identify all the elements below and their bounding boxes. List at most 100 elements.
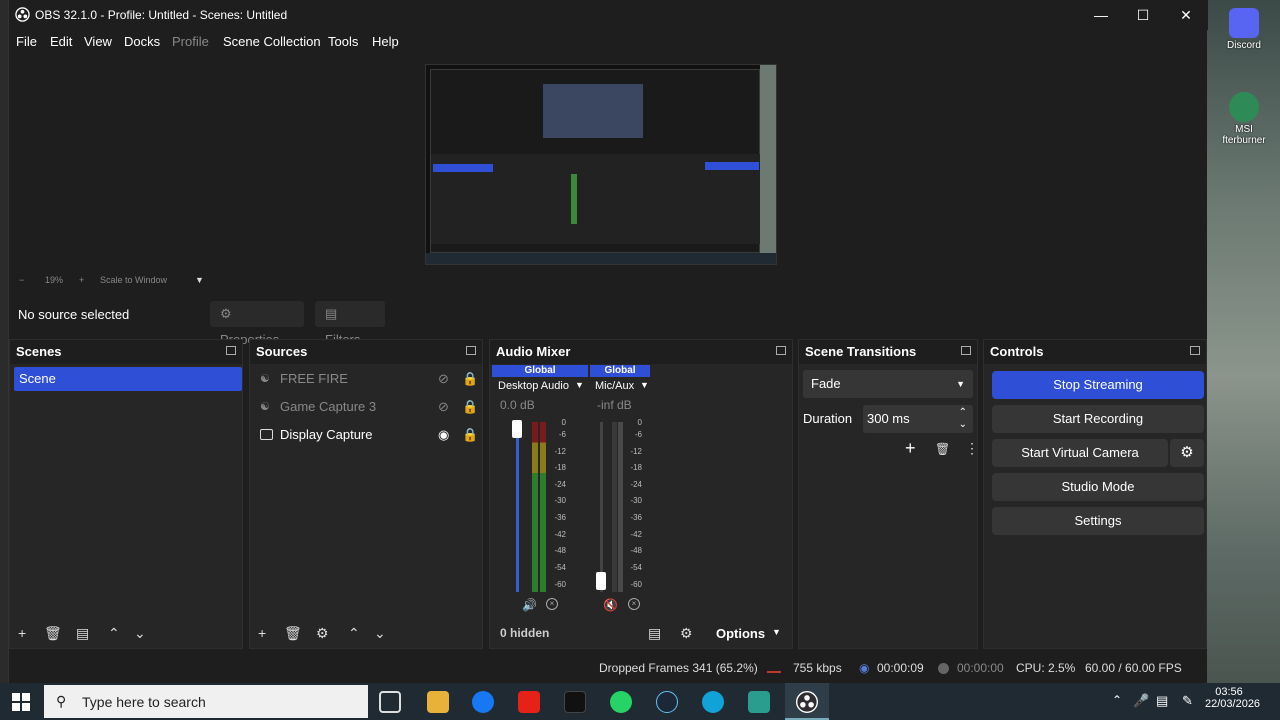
- menu-profile[interactable]: Profile: [172, 34, 209, 49]
- menu-docks[interactable]: Docks: [124, 34, 160, 49]
- undock-icon[interactable]: [776, 346, 786, 355]
- move-down-icon[interactable]: ⌄: [374, 626, 386, 640]
- file-explorer-icon[interactable]: [427, 691, 449, 713]
- headphones-icon[interactable]: ×: [628, 598, 640, 610]
- move-up-icon[interactable]: ⌃: [348, 626, 360, 640]
- gamepad-icon: ☯: [260, 373, 270, 385]
- steam-icon[interactable]: [656, 691, 678, 713]
- menu-file[interactable]: File: [16, 34, 37, 49]
- close-button[interactable]: ✕: [1166, 4, 1206, 26]
- speaker-muted-icon[interactable]: 🔇: [603, 598, 618, 612]
- preview-nested-docks: [431, 154, 761, 244]
- scene-filters-icon[interactable]: ▤: [76, 626, 89, 640]
- menu-view[interactable]: View: [84, 34, 112, 49]
- menu-edit[interactable]: Edit: [50, 34, 72, 49]
- channel-name[interactable]: Desktop Audio: [498, 380, 569, 392]
- mixer-layout-icon[interactable]: ▤: [648, 626, 661, 640]
- lock-icon[interactable]: 🔒: [462, 423, 478, 447]
- start-virtual-camera-button[interactable]: Start Virtual Camera: [992, 439, 1168, 467]
- zoom-mode[interactable]: Scale to Window: [100, 275, 167, 285]
- desktop-icon-msi-afterburner[interactable]: MSI fterburner: [1209, 92, 1279, 146]
- virtual-camera-settings-button[interactable]: ⚙: [1170, 439, 1204, 467]
- task-view-icon[interactable]: [379, 691, 401, 713]
- undock-icon[interactable]: [466, 346, 476, 355]
- properties-button[interactable]: ⚙ Properties: [210, 301, 304, 347]
- add-transition-icon[interactable]: +: [905, 438, 916, 459]
- hidden-count[interactable]: 0 hidden: [500, 626, 549, 640]
- lock-icon[interactable]: 🔒: [462, 367, 478, 391]
- move-up-icon[interactable]: ⌃: [108, 626, 120, 640]
- eye-icon[interactable]: ◉: [438, 423, 449, 447]
- obs-taskbar-button[interactable]: [785, 683, 829, 720]
- scene-item[interactable]: Scene: [14, 367, 242, 391]
- tray-overflow-icon[interactable]: ⌃: [1112, 693, 1122, 707]
- channel-name[interactable]: Mic/Aux: [595, 380, 634, 392]
- chevron-down-icon[interactable]: ▼: [772, 627, 781, 637]
- system-clock[interactable]: 03:56 22/03/2026: [1205, 686, 1260, 710]
- title-bar: OBS 32.1.0 - Profile: Untitled - Scenes:…: [9, 0, 1208, 30]
- source-item[interactable]: Display Capture ◉ 🔒: [254, 423, 480, 447]
- pen-icon[interactable]: ✎: [1182, 693, 1193, 709]
- chevron-down-icon[interactable]: ▼: [575, 380, 584, 390]
- channel-level: 0.0 dB: [500, 398, 535, 412]
- desktop-icon-label: fterburner: [1222, 135, 1266, 146]
- volume-slider-track[interactable]: [516, 422, 519, 592]
- menu-tools[interactable]: Tools: [328, 34, 358, 49]
- start-recording-button[interactable]: Start Recording: [992, 405, 1204, 433]
- chevron-down-icon[interactable]: ▼: [640, 380, 649, 390]
- sources-header: Sources: [250, 340, 482, 364]
- decrement-icon[interactable]: ⌄: [959, 411, 967, 439]
- trash-icon[interactable]: 🗑: [44, 626, 62, 640]
- source-item[interactable]: ☯ FREE FIRE ⊘ 🔒: [254, 367, 480, 391]
- eye-hidden-icon[interactable]: ⊘: [438, 367, 449, 391]
- add-icon[interactable]: +: [18, 626, 26, 640]
- transition-select[interactable]: Fade ▼: [803, 370, 973, 398]
- menu-help[interactable]: Help: [372, 34, 399, 49]
- studio-mode-button[interactable]: Studio Mode: [992, 473, 1204, 501]
- edge-icon[interactable]: [702, 691, 724, 713]
- eye-hidden-icon[interactable]: ⊘: [438, 395, 449, 419]
- minimize-button[interactable]: —: [1081, 4, 1121, 26]
- zoom-out-button[interactable]: −: [19, 275, 24, 285]
- undock-icon[interactable]: [961, 346, 971, 355]
- gear-icon[interactable]: ⚙: [680, 626, 693, 640]
- trash-icon[interactable]: 🗑: [284, 626, 302, 640]
- duration-spinbox[interactable]: 300 ms ⌃ ⌄: [863, 405, 973, 433]
- volume-slider-handle[interactable]: [596, 572, 606, 590]
- move-down-icon[interactable]: ⌄: [134, 626, 146, 640]
- filters-button[interactable]: ▤ Filters: [315, 301, 385, 347]
- volume-slider-handle[interactable]: [512, 420, 522, 438]
- desktop-icon-discord[interactable]: Discord: [1209, 8, 1279, 51]
- source-item-label: FREE FIRE: [280, 371, 348, 386]
- chevron-down-icon[interactable]: ▼: [195, 275, 204, 285]
- zoom-in-button[interactable]: +: [79, 275, 84, 285]
- volume-slider-track[interactable]: [600, 422, 603, 592]
- start-button[interactable]: [12, 693, 30, 711]
- preview-nested-display: [543, 84, 643, 138]
- source-item[interactable]: ☯ Game Capture 3 ⊘ 🔒: [254, 395, 480, 419]
- maximize-button[interactable]: ☐: [1123, 4, 1163, 26]
- network-icon[interactable]: ▤: [1156, 693, 1168, 709]
- undock-icon[interactable]: [226, 346, 236, 355]
- speaker-icon[interactable]: 🔊: [522, 598, 537, 612]
- stop-streaming-button[interactable]: Stop Streaming: [992, 371, 1204, 399]
- microphone-icon[interactable]: 🎤: [1133, 693, 1149, 709]
- youtube-icon[interactable]: [518, 691, 540, 713]
- facebook-icon[interactable]: [472, 691, 494, 713]
- trash-icon[interactable]: 🗑: [935, 442, 950, 456]
- tiktok-icon[interactable]: [564, 691, 586, 713]
- menu-scene-collection[interactable]: Scene Collection: [223, 34, 321, 49]
- settings-button[interactable]: Settings: [992, 507, 1204, 535]
- preview-canvas[interactable]: [425, 64, 777, 265]
- undock-icon[interactable]: [1190, 346, 1200, 355]
- channel-tag: Global: [492, 365, 588, 377]
- taskbar-search[interactable]: ⚲ Type here to search: [44, 685, 368, 718]
- options-menu[interactable]: Options: [716, 626, 765, 641]
- capcut-icon[interactable]: [748, 691, 770, 713]
- lock-icon[interactable]: 🔒: [462, 395, 478, 419]
- add-icon[interactable]: +: [258, 626, 266, 640]
- headphones-icon[interactable]: ×: [546, 598, 558, 610]
- whatsapp-icon[interactable]: [610, 691, 632, 713]
- gear-icon[interactable]: ⚙: [316, 626, 329, 640]
- more-options-icon[interactable]: ⋮: [965, 440, 979, 457]
